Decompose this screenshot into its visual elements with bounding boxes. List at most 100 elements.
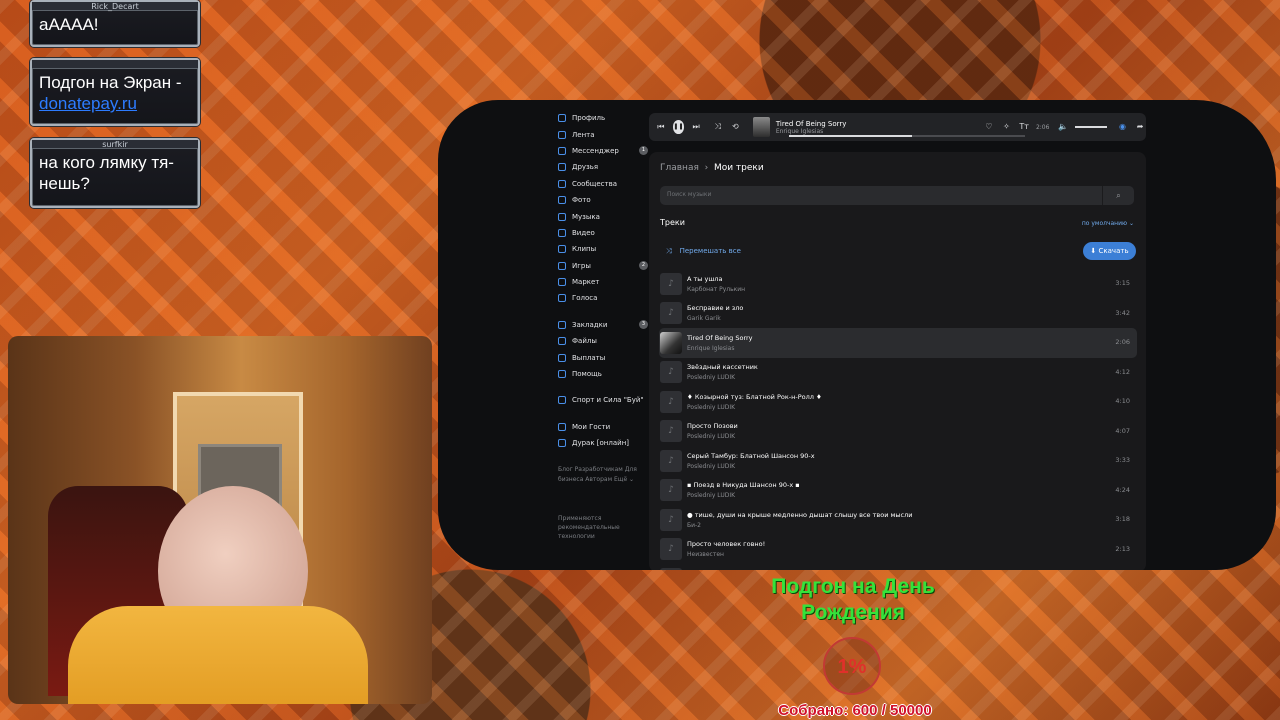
chat-message-3: surfkir на кого лямку тя-нешь?: [30, 138, 200, 208]
music-note-icon[interactable]: ♪: [660, 538, 682, 561]
share-icon[interactable]: ➦: [1134, 120, 1146, 134]
next-icon[interactable]: ⏭: [690, 120, 702, 134]
track-duration: 3:15: [1115, 279, 1130, 287]
sidebar-item[interactable]: Видео: [558, 225, 648, 241]
music-note-icon[interactable]: [660, 331, 682, 354]
sidebar-item[interactable]: Файлы: [558, 333, 648, 349]
sidebar-item[interactable]: Клипы: [558, 241, 648, 257]
goal-collected: Собрано: 600 / 50000: [778, 702, 932, 719]
lyrics-icon[interactable]: Tт: [1018, 120, 1030, 134]
sidebar-item[interactable]: Голоса: [558, 290, 648, 306]
sidebar-item[interactable]: Маркет: [558, 274, 648, 290]
track-row[interactable]: ♪ ▪ Поезд в Никуда Шансон 90-х ▪ Posledniy…: [659, 476, 1137, 506]
track-row[interactable]: ♪ Просто человек говно! Неизвестен 2:13: [659, 535, 1137, 565]
track-artist[interactable]: Неизвестен: [687, 551, 765, 558]
track-artist[interactable]: Карбонат Рулькин: [687, 286, 745, 293]
prev-icon[interactable]: ⏮: [655, 120, 667, 134]
track-row[interactable]: ♪ Звёздный кассетник Posledniy LUDIK 4:12: [659, 358, 1137, 388]
sidebar-item-icon: [558, 353, 566, 362]
track-row[interactable]: ♪ Просто Позови Posledniy LUDIK 4:07: [659, 417, 1137, 447]
track-duration: 4:10: [1115, 397, 1130, 405]
sidebar-item-label: Профиль: [572, 114, 606, 123]
track-title: ● тише, души на крыше медленно дышат слы…: [687, 510, 913, 519]
sidebar-item[interactable]: Закладки 3: [558, 317, 648, 333]
music-note-icon[interactable]: ♪: [660, 479, 682, 502]
sidebar-item[interactable]: Лента: [558, 126, 648, 142]
sidebar-item[interactable]: Фото: [558, 192, 648, 208]
music-note-icon[interactable]: ♪: [660, 567, 682, 570]
track-row[interactable]: Tired Of Being Sorry Enrique Iglesias 2:06: [659, 328, 1137, 358]
vk-music-window: Профиль Лента Мессенджер 1 Друзья Сообщества Ф…: [438, 100, 1276, 570]
repeat-icon[interactable]: ⟲: [730, 120, 742, 134]
breadcrumb-current: Мои треки: [713, 163, 764, 173]
sidebar-item[interactable]: Помощь: [558, 366, 648, 382]
progress-bar[interactable]: [789, 135, 1025, 137]
sidebar-item[interactable]: Мессенджер 1: [558, 143, 648, 159]
sidebar-item-icon: [558, 196, 566, 205]
sidebar-item[interactable]: Сообщества: [558, 176, 648, 192]
track-duration: 2:13: [1115, 544, 1130, 553]
pause-icon[interactable]: ❚❚: [672, 120, 685, 134]
goal-progress-ring: 1%: [823, 637, 881, 695]
sidebar-item[interactable]: Игры 2: [558, 258, 648, 274]
track-title: ▪ Поезд в Никуда Шансон 90-х ▪: [687, 481, 800, 490]
track-info: ♦ Козырной туз: Блатной Рок-н-Ролл ♦ Posl…: [687, 393, 822, 411]
track-artist[interactable]: Garik Garik: [687, 315, 743, 322]
search-input[interactable]: Поиск музыки ⌕: [660, 186, 1134, 205]
shuffle-icon[interactable]: ⤨: [712, 120, 724, 134]
sidebar-item[interactable]: Мои Гости: [558, 419, 648, 435]
track-artist[interactable]: Posledniy LUDIK: [687, 374, 758, 381]
sparkle-icon[interactable]: ✧: [1001, 120, 1013, 134]
dislike-icon[interactable]: ♡: [983, 120, 995, 134]
music-note-icon[interactable]: ♪: [660, 390, 682, 413]
chat-message-2: Подгон на Экран - donatepay.ru: [30, 58, 200, 126]
music-note-icon[interactable]: ♪: [660, 449, 682, 472]
sidebar-item[interactable]: Выплаты: [558, 349, 648, 365]
sidebar-item-label: Сообщества: [572, 179, 618, 188]
track-title: Серый Тамбур: Блатной Шансон 90-х: [687, 451, 815, 460]
breadcrumb-home[interactable]: Главная: [660, 163, 699, 173]
sort-dropdown[interactable]: по умолчанию ⌄: [1082, 220, 1134, 227]
sidebar-item-icon: [558, 146, 566, 155]
sidebar-item-label: Помощь: [572, 370, 602, 379]
track-title: Tired Of Being Sorry: [687, 333, 753, 342]
download-button[interactable]: ⬇ Скачать: [1083, 242, 1136, 260]
track-artist[interactable]: Posledniy LUDIK: [687, 433, 738, 440]
sidebar-item[interactable]: Спорт и Сила "Буй": [558, 392, 648, 408]
track-artist[interactable]: Posledniy LUDIK: [687, 404, 822, 411]
track-title: Просто Позови: [687, 422, 738, 431]
broadcast-icon[interactable]: ◉: [1117, 120, 1129, 134]
now-playing-artist[interactable]: Enrique Iglesias: [776, 128, 913, 135]
track-info: ● тише, души на крыше медленно дышат слы…: [687, 511, 912, 529]
music-note-icon[interactable]: ♪: [660, 361, 682, 384]
music-note-icon[interactable]: ♪: [660, 272, 682, 295]
chat-username: surfkir: [32, 140, 198, 149]
track-row[interactable]: ♪ ♦ Козырной туз: Блатной Рок-н-Ролл ♦ Pos…: [659, 387, 1137, 417]
track-row[interactable]: ♪ Бесправие и зло Garik Garik 3:42: [659, 299, 1137, 329]
track-row[interactable]: ♪Я не буду ждать тебя [Я не стану ждать …: [659, 564, 1137, 570]
track-row[interactable]: ♪ А ты ушла Карбонат Рулькин 3:15: [659, 269, 1137, 299]
sidebar-item[interactable]: Профиль: [558, 110, 648, 126]
track-artist[interactable]: Enrique Iglesias: [687, 345, 753, 352]
track-artist[interactable]: Posledniy LUDIK: [687, 463, 815, 470]
music-note-icon[interactable]: ♪: [660, 420, 682, 443]
shuffle-all-button[interactable]: ⤨ Перемешать все: [666, 247, 741, 256]
sidebar-item[interactable]: Друзья: [558, 159, 648, 175]
chat-link[interactable]: donatepay.ru: [39, 94, 137, 113]
track-info: Просто человек говно! Неизвестен: [687, 540, 765, 558]
track-row[interactable]: ♪ Серый Тамбур: Блатной Шансон 90-х Posled…: [659, 446, 1137, 476]
track-artist[interactable]: Би-2: [687, 522, 912, 529]
sidebar-item[interactable]: Дурак [онлайн]: [558, 435, 648, 451]
sidebar: Профиль Лента Мессенджер 1 Друзья Сообщества Ф…: [558, 110, 648, 451]
volume-icon[interactable]: 🔈: [1057, 120, 1069, 134]
sidebar-item-label: Дурак [онлайн]: [572, 439, 630, 448]
music-note-icon[interactable]: ♪: [660, 508, 682, 531]
sidebar-item[interactable]: Музыка: [558, 208, 648, 224]
music-note-icon[interactable]: ♪: [660, 302, 682, 325]
sidebar-item-icon: [558, 245, 566, 254]
track-row[interactable]: ♪ ● тише, души на крыше медленно дышат сл…: [659, 505, 1137, 535]
volume-slider[interactable]: [1075, 126, 1107, 128]
search-icon[interactable]: ⌕: [1102, 186, 1134, 205]
track-artist[interactable]: Posledniy LUDIK: [687, 492, 800, 499]
sidebar-footer-links[interactable]: Блог Разработчикам Для бизнеса Авторам Е…: [558, 465, 638, 485]
